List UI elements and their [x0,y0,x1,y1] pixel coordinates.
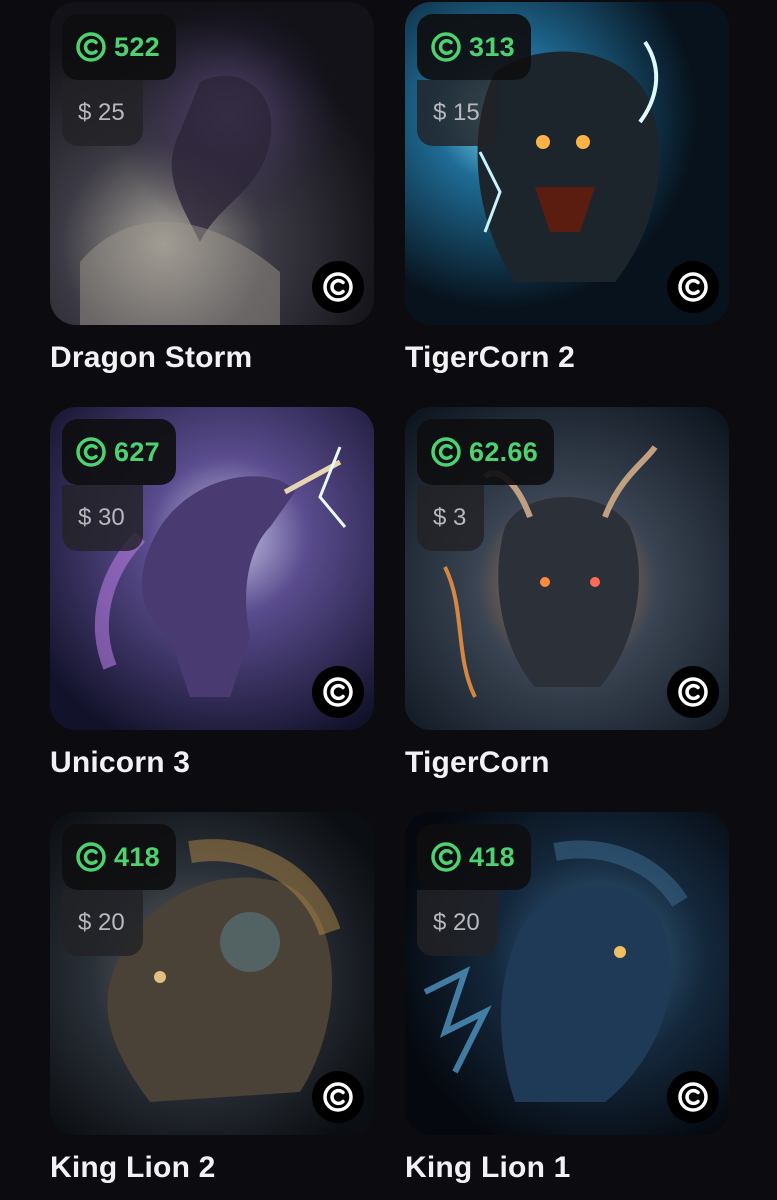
nft-title[interactable]: Dragon Storm [50,341,374,375]
c-coin-icon [76,842,106,872]
copyright-icon [323,677,353,707]
c-coin-icon [431,842,461,872]
coin-price-badge: 62.66 [417,419,555,485]
usd-price: $ 30 [78,504,125,531]
copyright-icon [678,1082,708,1112]
usd-price-badge: $ 20 [417,890,498,956]
copyright-button[interactable] [667,261,719,313]
coin-price: 522 [114,31,160,62]
nft-title[interactable]: King Lion 2 [50,1151,374,1185]
usd-price-badge: $ 15 [417,80,498,146]
copyright-icon [323,1082,353,1112]
copyright-button[interactable] [312,666,364,718]
c-coin-icon [431,32,461,62]
copyright-icon [678,677,708,707]
coin-price-badge: 522 [62,14,176,80]
coin-price: 418 [114,841,160,872]
nft-title[interactable]: King Lion 1 [405,1151,729,1185]
nft-image-unicorn-3[interactable]: 627 $ 30 [50,407,374,730]
nft-image-tigercorn-2[interactable]: 313 $ 15 [405,2,729,325]
c-coin-icon [431,437,461,467]
coin-price: 627 [114,436,160,467]
copyright-icon [323,272,353,302]
nft-grid: 522 $ 25 Dragon Storm 313 $ 15 TigerCorn… [0,0,777,1200]
usd-price: $ 25 [78,99,125,126]
coin-price-badge: 313 [417,14,531,80]
usd-price: $ 20 [78,909,125,936]
coin-price: 62.66 [469,436,539,467]
usd-price-badge: $ 30 [62,485,143,551]
nft-image-king-lion-2[interactable]: 418 $ 20 [50,812,374,1135]
nft-image-king-lion-1[interactable]: 418 $ 20 [405,812,729,1135]
nft-card[interactable]: 418 $ 20 King Lion 1 [405,812,729,1185]
nft-image-tigercorn[interactable]: 62.66 $ 3 [405,407,729,730]
nft-title[interactable]: Unicorn 3 [50,746,374,780]
nft-image-dragon-storm[interactable]: 522 $ 25 [50,2,374,325]
coin-price-badge: 627 [62,419,176,485]
nft-card[interactable]: 62.66 $ 3 TigerCorn [405,407,729,780]
coin-price-badge: 418 [62,824,176,890]
coin-price-badge: 418 [417,824,531,890]
c-coin-icon [76,437,106,467]
usd-price-badge: $ 20 [62,890,143,956]
nft-title[interactable]: TigerCorn [405,746,729,780]
copyright-button[interactable] [667,1071,719,1123]
usd-price: $ 3 [433,504,467,531]
copyright-button[interactable] [312,1071,364,1123]
copyright-button[interactable] [312,261,364,313]
usd-price: $ 15 [433,99,480,126]
copyright-icon [678,272,708,302]
nft-title[interactable]: TigerCorn 2 [405,341,729,375]
nft-card[interactable]: 522 $ 25 Dragon Storm [50,2,374,375]
usd-price-badge: $ 3 [417,485,485,551]
nft-card[interactable]: 313 $ 15 TigerCorn 2 [405,2,729,375]
nft-card[interactable]: 418 $ 20 King Lion 2 [50,812,374,1185]
usd-price: $ 20 [433,909,480,936]
coin-price: 313 [469,31,515,62]
nft-card[interactable]: 627 $ 30 Unicorn 3 [50,407,374,780]
copyright-button[interactable] [667,666,719,718]
c-coin-icon [76,32,106,62]
usd-price-badge: $ 25 [62,80,143,146]
coin-price: 418 [469,841,515,872]
